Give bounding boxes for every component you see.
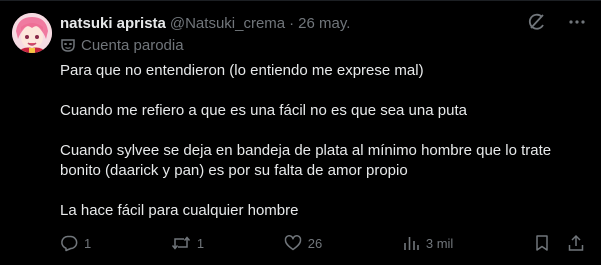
heart-icon — [284, 234, 302, 252]
bookmark-button[interactable] — [533, 234, 551, 252]
tweet-body: Para que no entendieron (lo entiendo me … — [60, 61, 580, 241]
avatar[interactable] — [12, 13, 52, 53]
user-handle[interactable]: @Natsuki_crema — [170, 15, 285, 32]
tweet-paragraph: Cuando me refiero a que es una fácil no … — [60, 102, 467, 119]
tweet-paragraph: Para que no entendieron (lo entiendo me … — [60, 62, 424, 79]
more-icon[interactable] — [567, 12, 587, 32]
views-count: 3 mil — [425, 235, 454, 251]
reply-icon — [60, 234, 78, 252]
tweet-date[interactable]: 26 may. — [298, 15, 350, 32]
reply-count: 1 — [84, 235, 92, 251]
like-button[interactable]: 26 — [284, 234, 322, 252]
separator-dot: · — [289, 14, 295, 32]
tweet-header: natsuki aprista @Natsuki_crema · 26 may. — [60, 13, 350, 33]
views-button[interactable]: 3 mil — [402, 234, 453, 252]
grok-icon[interactable] — [527, 12, 547, 32]
views-chart-icon — [402, 234, 420, 252]
bookmark-icon — [533, 234, 551, 252]
repost-icon — [171, 234, 191, 252]
reply-button[interactable]: 1 — [60, 234, 91, 252]
display-name[interactable]: natsuki aprista — [60, 15, 166, 32]
tweet-action-bar: 1 1 26 3 mil — [60, 233, 585, 253]
mask-icon — [60, 37, 76, 53]
parody-text: Cuenta parodia — [81, 36, 184, 54]
share-button[interactable] — [567, 234, 585, 252]
tweet-paragraph: Cuando sylvee se deja en bandeja de plat… — [60, 142, 552, 179]
secondary-actions — [533, 234, 585, 252]
repost-button[interactable]: 1 — [171, 234, 204, 252]
share-icon — [567, 234, 585, 252]
tweet-top-actions — [527, 12, 587, 32]
parody-label: Cuenta parodia — [60, 36, 184, 54]
tweet-card[interactable]: natsuki aprista @Natsuki_crema · 26 may.… — [0, 0, 601, 265]
like-count: 26 — [307, 235, 323, 251]
tweet-paragraph: La hace fácil para cualquier hombre — [60, 202, 299, 219]
repost-count: 1 — [196, 235, 205, 251]
